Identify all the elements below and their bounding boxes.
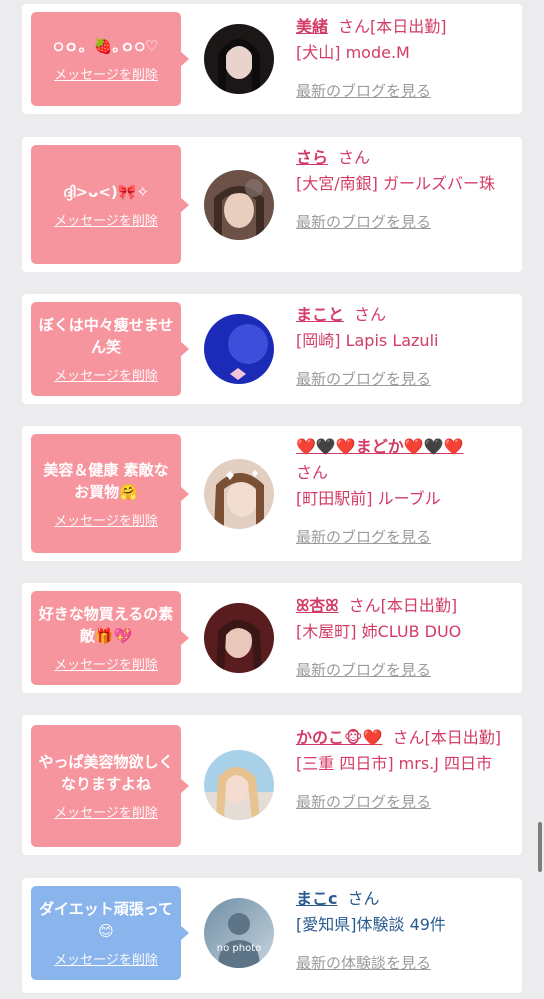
- attendance-badge: [本日出勤]: [424, 728, 501, 747]
- message-card: ダイエット頑張って😊 メッセージを削除 no photo まこc さん [愛知県]…: [22, 878, 522, 993]
- user-info: まこと さん [岡崎] Lapis Lazuli 最新のブログを見る: [296, 302, 514, 392]
- message-text: ദ്ദി>ᴗ<)🎀✧: [62, 182, 150, 201]
- user-name-link[interactable]: かのこ🐵❤️: [296, 728, 382, 747]
- shop-info: [大宮/南銀] ガールズバー珠: [296, 174, 495, 193]
- message-card: ぼくは中々痩せません笑 メッセージを削除 まこと さん [岡崎] Lapis La…: [22, 294, 522, 404]
- avatar[interactable]: [204, 750, 274, 820]
- delete-message-link[interactable]: メッセージを削除: [54, 210, 158, 229]
- user-info: ❤️🖤❤️まどか❤️🖤❤️ さん [町田駅前] ルーブル 最新のブログを見る: [296, 434, 514, 550]
- shop-info: [愛知県]体験談 49件: [296, 915, 446, 934]
- user-name-link[interactable]: まこと: [296, 305, 344, 324]
- shop-info: [木屋町] 姉CLUB DUO: [296, 622, 462, 641]
- blog-link[interactable]: 最新のブログを見る: [296, 209, 514, 235]
- avatar[interactable]: [204, 459, 274, 529]
- message-bubble: やっぱ美容物欲しくなりますよね メッセージを削除: [31, 725, 189, 847]
- message-card: 好きな物買えるの素敵🎁💖 メッセージを削除 ꕤ杏ꕤ さん[本日出勤] [木屋町] …: [22, 583, 522, 693]
- message-bubble: ੦ｏ。🍓｡ｏ੦♡ メッセージを削除: [31, 12, 189, 106]
- user-name-link[interactable]: さら: [296, 148, 328, 167]
- message-bubble: 美容＆健康 素敵なお買物🤗 メッセージを削除: [31, 434, 189, 553]
- message-text: ੦ｏ。🍓｡ｏ੦♡: [53, 37, 159, 55]
- message-text: やっぱ美容物欲しくなりますよね: [38, 753, 174, 793]
- message-card: ദ്ദി>ᴗ<)🎀✧ メッセージを削除 さら さん [大宮/南銀] ガールズバー珠…: [22, 137, 522, 272]
- experience-link[interactable]: 最新の体験談を見る: [296, 950, 514, 976]
- avatar[interactable]: [204, 24, 274, 94]
- message-text: 美容＆健康 素敵なお買物🤗: [43, 460, 169, 501]
- honorific: さん: [296, 463, 329, 482]
- message-bubble: ダイエット頑張って😊 メッセージを削除: [31, 886, 189, 980]
- honorific: さん: [338, 148, 371, 167]
- blog-link[interactable]: 最新のブログを見る: [296, 657, 514, 683]
- honorific: さん: [354, 305, 387, 324]
- honorific: さん: [338, 17, 371, 36]
- user-info: さら さん [大宮/南銀] ガールズバー珠 最新のブログを見る: [296, 145, 514, 235]
- message-bubble: 好きな物買えるの素敵🎁💖 メッセージを削除: [31, 591, 189, 685]
- blog-link[interactable]: 最新のブログを見る: [296, 524, 514, 550]
- message-text: 好きな物買えるの素敵🎁💖: [38, 605, 174, 645]
- user-name-link[interactable]: まこc: [296, 889, 338, 908]
- user-info: 美緒 さん[本日出勤] [犬山] mode.M 最新のブログを見る: [296, 14, 514, 104]
- delete-message-link[interactable]: メッセージを削除: [54, 365, 158, 384]
- avatar[interactable]: [204, 314, 274, 384]
- shop-info: [岡崎] Lapis Lazuli: [296, 331, 439, 350]
- message-card: やっぱ美容物欲しくなりますよね メッセージを削除 かのこ🐵❤️ さん[本日出勤] …: [22, 715, 522, 855]
- message-card: ੦ｏ。🍓｡ｏ੦♡ メッセージを削除 美緒 さん[本日出勤] [犬山] mode.M…: [22, 4, 522, 114]
- shop-info: [町田駅前] ルーブル: [296, 489, 441, 508]
- message-bubble: ദ്ദി>ᴗ<)🎀✧ メッセージを削除: [31, 145, 189, 264]
- user-name-link[interactable]: ꕤ杏ꕤ: [296, 596, 339, 615]
- honorific: さん: [348, 596, 381, 615]
- delete-message-link[interactable]: メッセージを削除: [54, 510, 158, 529]
- attendance-badge: [本日出勤]: [380, 596, 458, 615]
- user-info: かのこ🐵❤️ さん[本日出勤] [三重 四日市] mrs.J 四日市 最新のブログ…: [296, 725, 514, 815]
- delete-message-link[interactable]: メッセージを削除: [54, 802, 158, 821]
- shop-info: [犬山] mode.M: [296, 43, 410, 62]
- blog-link[interactable]: 最新のブログを見る: [296, 78, 514, 104]
- avatar[interactable]: no photo: [204, 898, 274, 968]
- message-card: 美容＆健康 素敵なお買物🤗 メッセージを削除 ❤️🖤❤️まどか❤️🖤❤️ さん […: [22, 426, 522, 561]
- message-text: ぼくは中々痩せません笑: [38, 316, 174, 356]
- message-text: ダイエット頑張って😊: [38, 900, 174, 940]
- shop-info: [三重 四日市] mrs.J 四日市: [296, 754, 493, 773]
- no-photo-label: no photo: [217, 943, 261, 954]
- user-name-link[interactable]: ❤️🖤❤️まどか❤️🖤❤️: [296, 437, 464, 456]
- avatar[interactable]: [204, 603, 274, 673]
- avatar[interactable]: [204, 170, 274, 240]
- delete-message-link[interactable]: メッセージを削除: [54, 654, 158, 673]
- user-name-link[interactable]: 美緒: [296, 17, 328, 36]
- scrollbar[interactable]: [538, 822, 542, 872]
- user-info: まこc さん [愛知県]体験談 49件 最新の体験談を見る: [296, 886, 514, 976]
- attendance-badge: [本日出勤]: [370, 17, 447, 36]
- blog-link[interactable]: 最新のブログを見る: [296, 789, 514, 815]
- honorific: さん: [392, 728, 425, 747]
- message-bubble: ぼくは中々痩せません笑 メッセージを削除: [31, 302, 189, 396]
- user-info: ꕤ杏ꕤ さん[本日出勤] [木屋町] 姉CLUB DUO 最新のブログを見る: [296, 593, 514, 683]
- blog-link[interactable]: 最新のブログを見る: [296, 366, 514, 392]
- honorific: さん: [347, 889, 380, 908]
- delete-message-link[interactable]: メッセージを削除: [54, 949, 158, 968]
- delete-message-link[interactable]: メッセージを削除: [54, 64, 158, 83]
